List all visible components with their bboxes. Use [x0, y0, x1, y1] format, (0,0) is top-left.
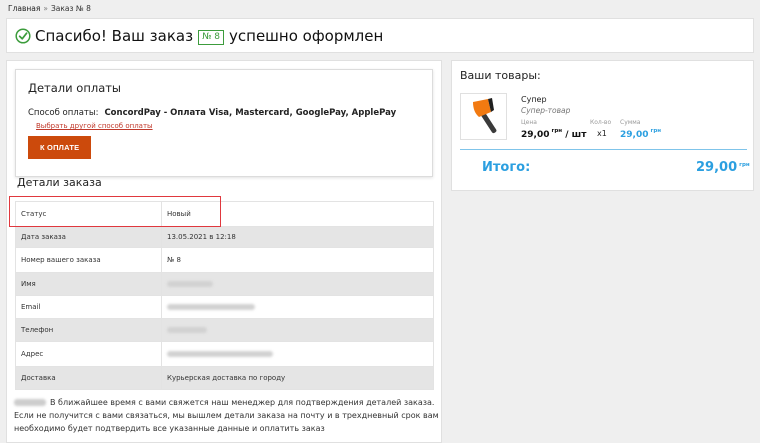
payment-details-box: Детали оплаты Способ оплаты: ConcordPay -… — [15, 69, 433, 177]
redacted-address — [167, 351, 273, 357]
payment-method-label: Способ оплаты: — [28, 108, 99, 118]
order-details-title: Детали заказа — [17, 176, 102, 189]
product-quantity: x1 — [597, 129, 607, 138]
table-row: Телефон — [15, 318, 434, 342]
price-unit: / шт — [565, 130, 587, 140]
total-amount: 29,00 — [696, 160, 738, 175]
price-currency: грн — [551, 128, 563, 134]
status-highlight-box — [9, 196, 221, 227]
title-text-pre: Спасибо! Ваш заказ — [35, 26, 194, 45]
table-row: Дата заказа 13.05.2021 в 12:18 — [15, 226, 434, 248]
price-header: Цена — [521, 119, 537, 126]
divider — [460, 149, 747, 150]
row-value — [161, 295, 434, 319]
check-circle-icon — [15, 27, 31, 44]
product-subtitle: Супер-товар — [521, 106, 571, 115]
sum-header: Сумма — [620, 119, 641, 126]
table-row: Имя — [15, 272, 434, 296]
row-key: Email — [15, 295, 162, 319]
product-name-link[interactable]: Супер — [521, 95, 547, 104]
table-row: Email — [15, 295, 434, 319]
sum-currency: грн — [650, 128, 662, 134]
price-value: 29,00 — [521, 130, 550, 140]
row-key: Дата заказа — [15, 226, 162, 248]
page-title: Спасибо! Ваш заказ № 8 успешно оформлен — [35, 27, 383, 45]
order-main-panel: Детали оплаты Способ оплаты: ConcordPay -… — [6, 60, 442, 443]
row-key: Доставка — [15, 366, 162, 390]
cart-summary-panel: Ваши товары: Супер Супер-товар Цена Кол-… — [451, 60, 754, 191]
payment-details-title: Детали оплаты — [28, 81, 122, 95]
breadcrumb: Главная» Заказ № 8 — [8, 4, 91, 13]
breadcrumb-current: Заказ № 8 — [51, 4, 91, 13]
row-key: Имя — [15, 272, 162, 296]
total-label: Итого: — [482, 160, 531, 175]
table-row: Номер вашего заказа № 8 — [15, 247, 434, 273]
row-value: 13.05.2021 в 12:18 — [161, 226, 434, 248]
row-key: Номер вашего заказа — [15, 247, 162, 273]
row-key: Адрес — [15, 341, 162, 367]
product-sum: 29,00 грн — [620, 128, 661, 140]
sum-value: 29,00 — [620, 130, 649, 140]
quantity-header: Кол-во — [590, 119, 612, 126]
table-row: Адрес — [15, 341, 434, 367]
order-details-table: Статус Новый Дата заказа 13.05.2021 в 12… — [15, 201, 434, 390]
note-text: В ближайшее время с вами свяжется наш ме… — [14, 398, 439, 433]
row-value — [161, 318, 434, 342]
row-value — [161, 341, 434, 367]
cart-title: Ваши товары: — [460, 69, 541, 82]
row-value: Курьерская доставка по городу — [161, 366, 434, 390]
breadcrumb-separator: » — [43, 4, 48, 13]
order-success-header: Спасибо! Ваш заказ № 8 успешно оформлен — [6, 18, 754, 53]
payment-method-value: ConcordPay - Оплата Visa, Mastercard, Go… — [104, 108, 397, 118]
row-value — [161, 272, 434, 296]
row-key: Телефон — [15, 318, 162, 342]
change-payment-method-link[interactable]: Выбрать другой способ оплаты — [36, 122, 420, 130]
product-price: 29,00 грн / шт — [521, 128, 586, 140]
table-row: Доставка Курьерская доставка по городу — [15, 366, 434, 390]
payment-method-line: Способ оплаты: ConcordPay - Оплата Visa, … — [28, 108, 420, 118]
manager-contact-note: В ближайшее время с вами свяжется наш ме… — [14, 396, 454, 435]
redacted-name — [167, 281, 213, 287]
pay-button[interactable]: К ОПЛАТЕ — [28, 136, 92, 159]
breadcrumb-home-link[interactable]: Главная — [8, 4, 40, 13]
axe-icon — [473, 98, 497, 134]
product-image[interactable] — [460, 93, 507, 140]
row-value: № 8 — [161, 247, 434, 273]
total-currency: грн — [739, 162, 750, 168]
redacted-email — [167, 304, 255, 310]
redacted-phone — [167, 327, 207, 333]
total-value: 29,00 грн — [696, 160, 750, 175]
redacted-customer-name — [14, 399, 46, 406]
order-number-badge: № 8 — [198, 29, 225, 45]
title-text-post: успешно оформлен — [229, 26, 384, 45]
